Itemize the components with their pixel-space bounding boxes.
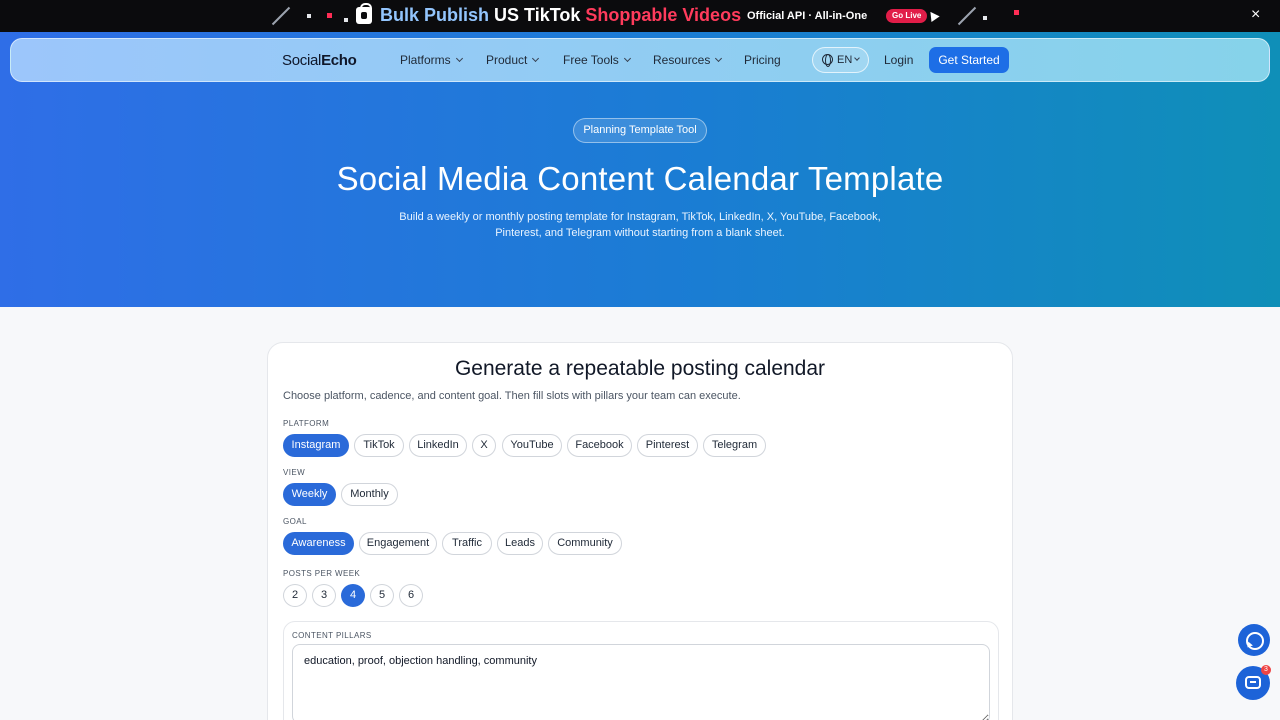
- promo-headline-part2: US TikTok: [494, 5, 586, 25]
- logo-text-echo: Echo: [321, 52, 357, 69]
- content-pillars-input[interactable]: education, proof, objection handling, co…: [292, 644, 990, 720]
- decor-slash-icon: [957, 6, 977, 26]
- goal-option-community[interactable]: Community: [548, 532, 622, 555]
- promo-headline-part3: Shoppable Videos: [585, 5, 742, 25]
- globe-icon: [822, 54, 833, 67]
- chevron-down-icon: [532, 54, 540, 63]
- posts-option-2[interactable]: 2: [283, 584, 307, 607]
- goal-label: GOAL: [283, 517, 307, 526]
- decor-dot-icon: [1014, 10, 1019, 15]
- nav-item-label: Platforms: [400, 53, 451, 67]
- nav-item-label: Product: [486, 53, 528, 67]
- cursor-icon: [926, 8, 940, 23]
- close-icon: ×: [1251, 6, 1261, 23]
- notification-count-badge: 3: [1261, 665, 1271, 675]
- promo-headline: Bulk Publish US TikTok Shoppable Videos: [380, 5, 741, 26]
- logo[interactable]: SocialEcho: [282, 52, 357, 69]
- chevron-down-icon: [715, 54, 723, 63]
- goal-option-engagement[interactable]: Engagement: [359, 532, 437, 555]
- decor-dot-icon: [983, 16, 987, 20]
- view-option-monthly[interactable]: Monthly: [341, 483, 398, 506]
- hero-section: SocialEcho Platforms Product Free Tools …: [0, 32, 1280, 307]
- chat-button[interactable]: [1238, 624, 1270, 656]
- platform-option-tiktok[interactable]: TikTok: [354, 434, 404, 457]
- nav-item-product[interactable]: Product: [486, 53, 540, 67]
- promo-headline-part1: Bulk Publish: [380, 5, 495, 25]
- generator-title: Generate a repeatable posting calendar: [454, 357, 826, 380]
- view-label: VIEW: [283, 468, 306, 477]
- platform-option-youtube[interactable]: YouTube: [502, 434, 562, 457]
- decor-dot-icon: [307, 14, 311, 18]
- posts-option-3[interactable]: 3: [312, 584, 336, 607]
- page-title: Social Media Content Calendar Template: [336, 160, 944, 197]
- nav-item-pricing[interactable]: Pricing: [744, 53, 781, 67]
- platform-option-instagram[interactable]: Instagram: [283, 434, 349, 457]
- nav-item-free-tools[interactable]: Free Tools: [563, 53, 631, 67]
- nav-item-label: Pricing: [744, 53, 781, 67]
- decor-dot-icon: [344, 18, 348, 22]
- calendar-generator-card: Generate a repeatable posting calendar C…: [267, 342, 1013, 720]
- platform-option-x[interactable]: X: [472, 434, 496, 457]
- chevron-down-icon: [455, 54, 463, 63]
- language-label: EN: [837, 54, 853, 66]
- chevron-down-icon: [854, 55, 860, 61]
- posts-option-4[interactable]: 4: [341, 584, 365, 607]
- view-option-weekly[interactable]: Weekly: [283, 483, 336, 506]
- go-live-badge: Go Live: [886, 9, 928, 23]
- nav-item-label: Resources: [653, 53, 711, 67]
- platform-option-pinterest[interactable]: Pinterest: [637, 434, 698, 457]
- platform-option-linkedin[interactable]: LinkedIn: [409, 434, 467, 457]
- shopping-bag-icon: [356, 3, 372, 24]
- nav-item-platforms[interactable]: Platforms: [400, 53, 463, 67]
- posts-option-5[interactable]: 5: [370, 584, 394, 607]
- posts-per-week-label: POSTS PER WEEK: [283, 569, 361, 578]
- get-started-button[interactable]: Get Started: [929, 47, 1009, 73]
- chevron-down-icon: [623, 54, 631, 63]
- goal-option-leads[interactable]: Leads: [497, 532, 543, 555]
- promo-banner[interactable]: Bulk Publish US TikTok Shoppable Videos …: [0, 0, 1280, 32]
- nav-item-resources[interactable]: Resources: [653, 53, 723, 67]
- goal-option-traffic[interactable]: Traffic: [442, 532, 492, 555]
- posts-option-6[interactable]: 6: [399, 584, 423, 607]
- content-pillars-panel: CONTENT PILLARS education, proof, object…: [283, 621, 999, 720]
- top-navigation: SocialEcho Platforms Product Free Tools …: [10, 38, 1270, 82]
- promo-api-text: Official API · All-in-One: [747, 10, 868, 22]
- platform-label: PLATFORM: [283, 419, 330, 428]
- content-pillars-label: CONTENT PILLARS: [292, 631, 372, 640]
- nav-item-label: Free Tools: [563, 53, 619, 67]
- tool-badge: Planning Template Tool: [573, 118, 707, 143]
- language-selector[interactable]: EN: [812, 47, 869, 73]
- decor-slash-icon: [271, 6, 291, 26]
- platform-option-facebook[interactable]: Facebook: [567, 434, 632, 457]
- page-subtitle: Build a weekly or monthly posting templa…: [399, 211, 881, 239]
- logo-text-social: Social: [282, 52, 322, 69]
- generator-subtitle: Choose platform, cadence, and content go…: [283, 390, 741, 402]
- login-link[interactable]: Login: [884, 53, 913, 67]
- message-icon: [1245, 676, 1261, 689]
- goal-option-awareness[interactable]: Awareness: [283, 532, 354, 555]
- close-banner-button[interactable]: ×: [1251, 7, 1260, 23]
- decor-dot-icon: [327, 13, 332, 18]
- platform-option-telegram[interactable]: Telegram: [703, 434, 766, 457]
- support-button[interactable]: 3: [1236, 665, 1271, 700]
